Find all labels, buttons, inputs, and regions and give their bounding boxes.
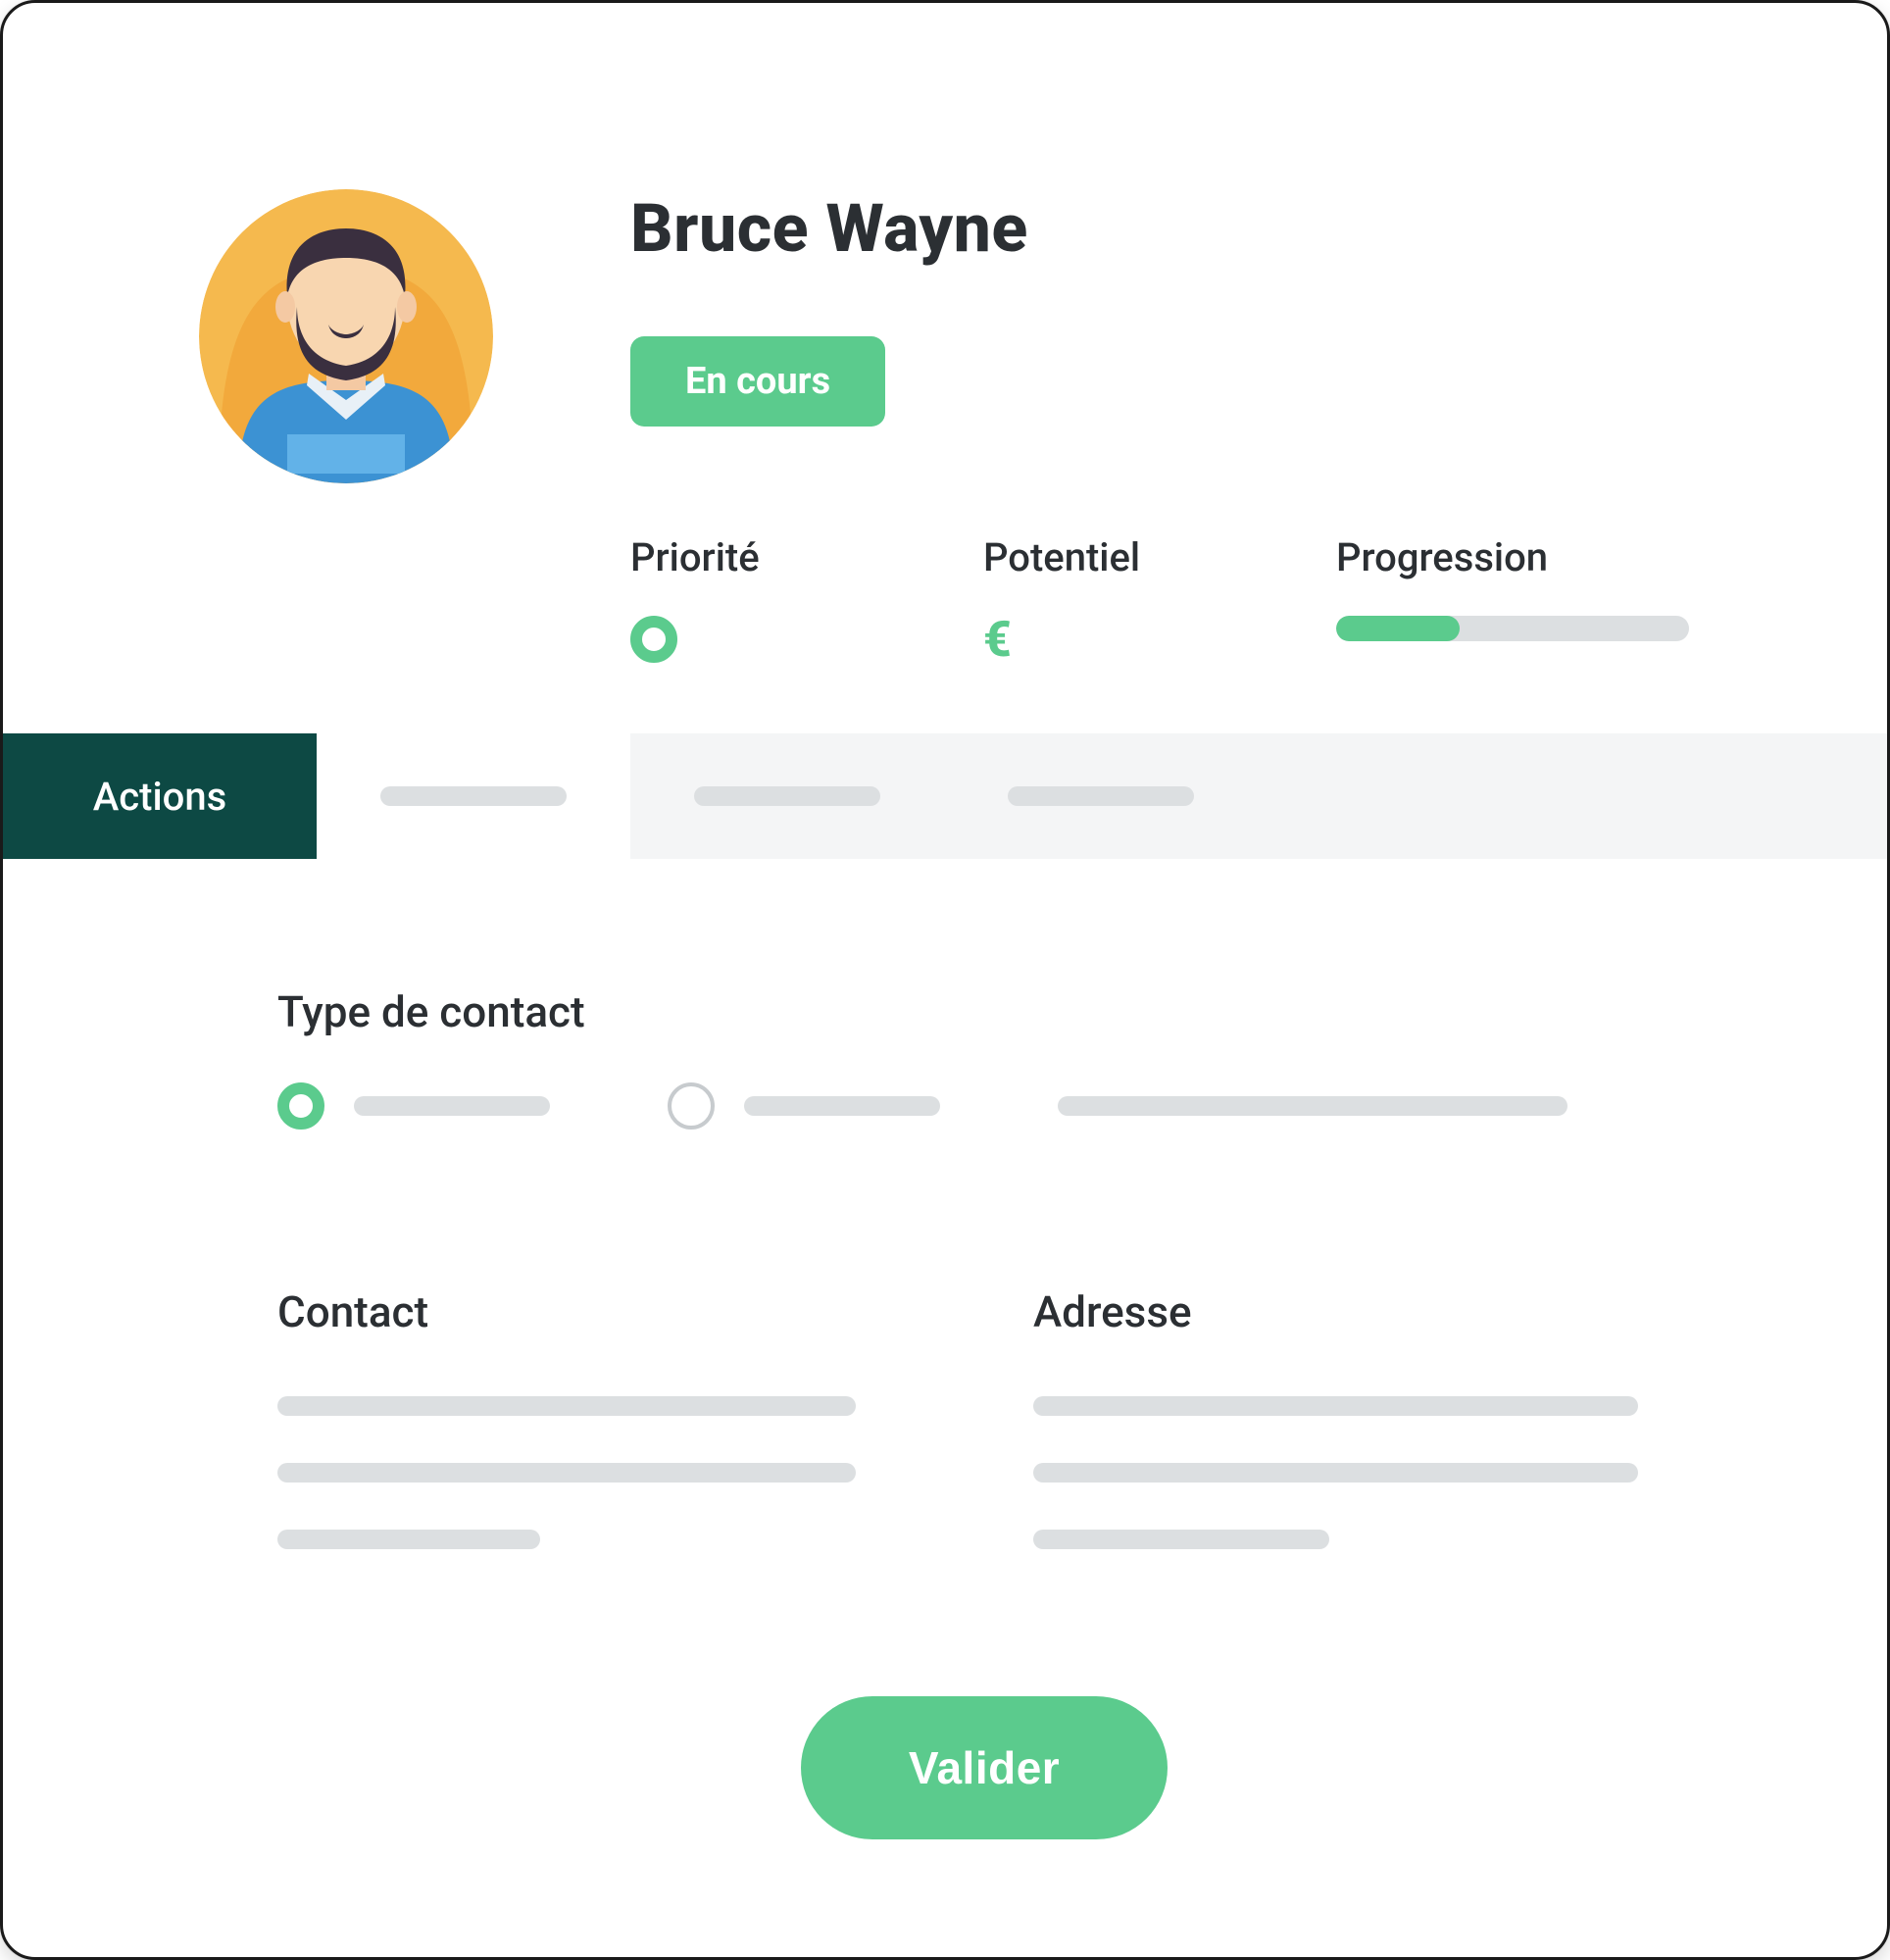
profile-name: Bruce Wayne <box>630 189 1769 268</box>
tab-actions[interactable]: Actions <box>3 733 317 859</box>
validate-wrap: Valider <box>277 1696 1691 1839</box>
euro-icon: € <box>983 616 1228 665</box>
contact-type-option-3[interactable] <box>1058 1096 1567 1116</box>
status-badge: En cours <box>630 336 885 427</box>
metric-priority: Priorité <box>630 534 875 663</box>
address-field-2[interactable] <box>1033 1463 1638 1483</box>
section-contact-label: Contact <box>277 1286 935 1337</box>
contact-field-3[interactable] <box>277 1530 540 1549</box>
contact-field-1[interactable] <box>277 1396 856 1416</box>
column-contact: Contact <box>277 1247 935 1549</box>
address-field-3[interactable] <box>1033 1530 1329 1549</box>
form-panel: Type de contact Contact <box>3 859 1887 1937</box>
profile-header-details: Bruce Wayne En cours Priorité Potentiel … <box>630 179 1769 665</box>
contact-type-option-2[interactable] <box>668 1082 940 1130</box>
tab-placeholder-1-bar <box>380 786 567 806</box>
tab-placeholder-2[interactable] <box>630 733 944 859</box>
tabs-spacer <box>1258 733 1887 859</box>
progress-bar <box>1336 616 1689 641</box>
address-field-1[interactable] <box>1033 1396 1638 1416</box>
contact-type-options <box>277 1082 1691 1130</box>
profile-card: Bruce Wayne En cours Priorité Potentiel … <box>0 0 1890 1960</box>
radio-unselected-icon <box>668 1082 715 1130</box>
validate-button[interactable]: Valider <box>801 1696 1168 1839</box>
column-address: Adresse <box>1033 1247 1691 1549</box>
profile-metrics: Priorité Potentiel € Progression <box>630 534 1769 665</box>
tabs: Actions <box>3 733 1887 859</box>
profile-header: Bruce Wayne En cours Priorité Potentiel … <box>3 3 1887 733</box>
tab-placeholder-3-bar <box>1008 786 1194 806</box>
contact-field-2[interactable] <box>277 1463 856 1483</box>
address-fields <box>1033 1396 1691 1549</box>
tab-placeholder-3[interactable] <box>944 733 1258 859</box>
contact-type-option-3-label <box>1058 1096 1567 1116</box>
radio-selected-icon <box>277 1082 324 1130</box>
progress-bar-fill <box>1336 616 1460 641</box>
metric-potential: Potentiel € <box>983 534 1228 665</box>
metric-potential-label: Potentiel <box>983 534 1228 580</box>
contact-type-option-1-label <box>354 1096 550 1116</box>
form-columns: Contact Adresse <box>277 1247 1691 1549</box>
contact-fields <box>277 1396 935 1549</box>
metric-priority-label: Priorité <box>630 534 875 580</box>
contact-type-option-1[interactable] <box>277 1082 550 1130</box>
avatar <box>199 189 493 483</box>
priority-indicator-icon <box>630 616 677 663</box>
metric-progression: Progression <box>1336 534 1709 641</box>
section-contact-type-label: Type de contact <box>277 986 1691 1037</box>
tab-placeholder-2-bar <box>694 786 880 806</box>
metric-progression-label: Progression <box>1336 534 1709 580</box>
tab-placeholder-1[interactable] <box>317 733 630 859</box>
contact-type-option-2-label <box>744 1096 940 1116</box>
section-address-label: Adresse <box>1033 1286 1691 1337</box>
